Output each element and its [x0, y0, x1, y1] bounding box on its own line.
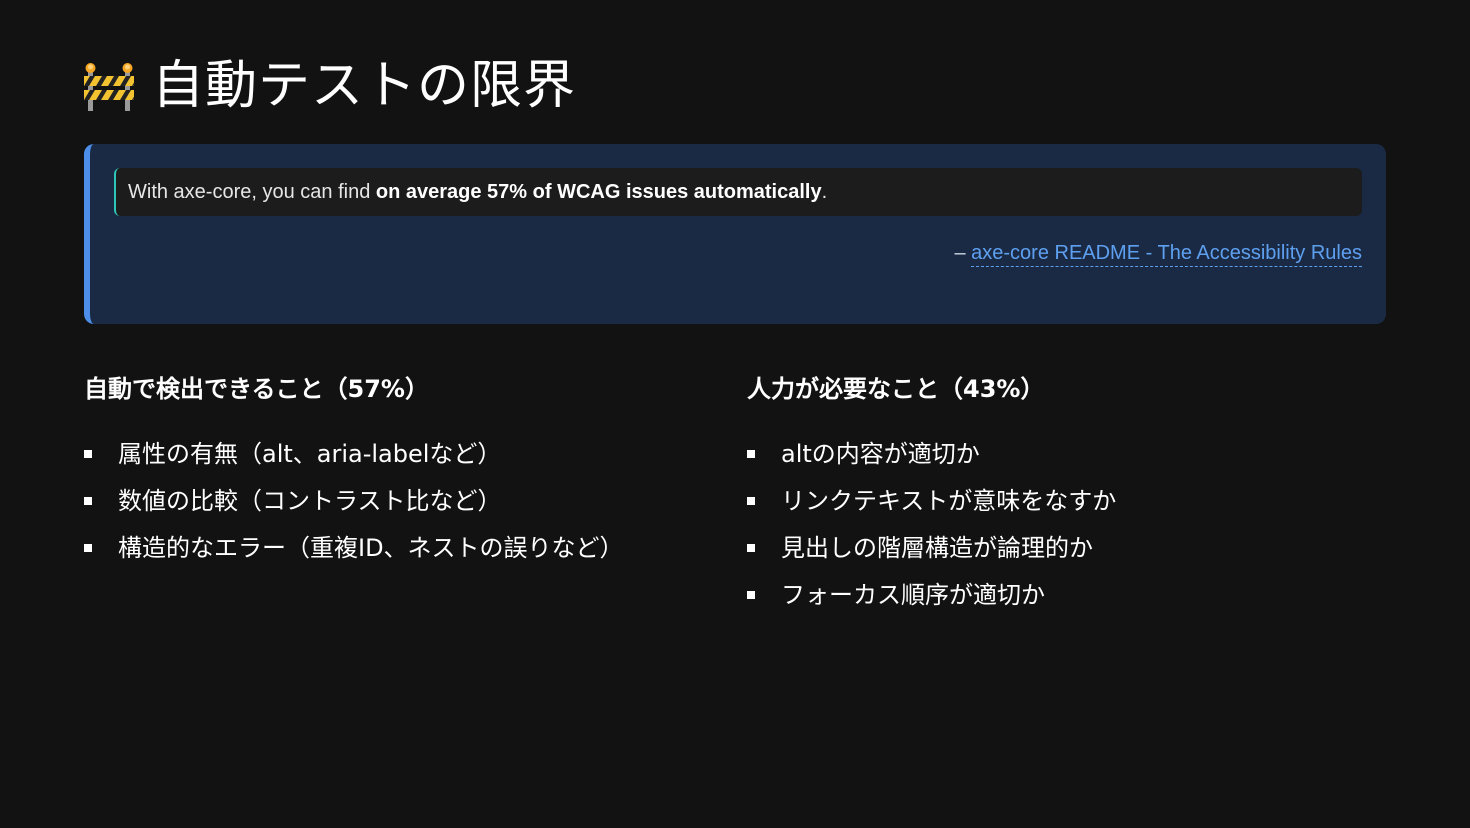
attribution-dash: –	[954, 242, 972, 264]
list-item-text: 数値の比較（コントラスト比など）	[118, 487, 502, 515]
list-item: 属性の有無（alt、aria-labelなど）	[84, 432, 704, 479]
quote-emphasis: on average 57% of WCAG issues automatica…	[375, 180, 822, 203]
quote-block: With axe-core, you can find on average 5…	[84, 144, 1386, 324]
construction-barrier-icon	[82, 59, 136, 113]
left-column: 自動で検出できること（57%） 属性の有無（alt、aria-labelなど） …	[84, 368, 704, 573]
list-item-text: 構造的なエラー（重複ID、ネストの誤りなど）	[118, 534, 624, 562]
bullet-icon	[747, 591, 755, 599]
bullet-icon	[84, 497, 92, 505]
list-item: 数値の比較（コントラスト比など）	[84, 479, 704, 526]
bullet-icon	[747, 544, 755, 552]
slide: 自動テストの限界 With axe-core, you can find on …	[0, 0, 1470, 828]
right-column-heading: 人力が必要なこと（43%）	[747, 375, 1045, 403]
list-item: 構造的なエラー（重複ID、ネストの誤りなど）	[84, 526, 704, 573]
list-item: リンクテキストが意味をなすか	[747, 479, 1367, 526]
quote-prefix: With axe-core, you can find	[128, 180, 376, 203]
list-item: 見出しの階層構造が論理的か	[747, 526, 1367, 573]
list-item-text: フォーカス順序が適切か	[781, 581, 1045, 609]
list-item-text: リンクテキストが意味をなすか	[781, 487, 1117, 515]
left-column-heading: 自動で検出できること（57%）	[84, 375, 429, 403]
inner-quote: With axe-core, you can find on average 5…	[114, 168, 1362, 216]
right-bullet-list: altの内容が適切か リンクテキストが意味をなすか 見出しの階層構造が論理的か …	[747, 432, 1367, 620]
list-item-text: altの内容が適切か	[781, 440, 980, 468]
title-row: 自動テストの限界	[82, 54, 576, 118]
list-item-text: 属性の有無（alt、aria-labelなど）	[118, 440, 502, 468]
left-bullet-list: 属性の有無（alt、aria-labelなど） 数値の比較（コントラスト比など）…	[84, 432, 704, 573]
bullet-icon	[84, 544, 92, 552]
right-column: 人力が必要なこと（43%） altの内容が適切か リンクテキストが意味をなすか …	[747, 368, 1367, 620]
list-item: フォーカス順序が適切か	[747, 573, 1367, 620]
page-title: 自動テストの限界	[152, 56, 577, 116]
list-item: altの内容が適切か	[747, 432, 1367, 479]
bullet-icon	[747, 497, 755, 505]
attribution-link[interactable]: axe-core README - The Accessibility Rule…	[971, 242, 1362, 267]
bullet-icon	[84, 450, 92, 458]
bullet-icon	[747, 450, 755, 458]
quote-suffix: .	[821, 180, 828, 203]
list-item-text: 見出しの階層構造が論理的か	[781, 534, 1093, 562]
quote-attribution: – axe-core README - The Accessibility Ru…	[954, 242, 1362, 267]
